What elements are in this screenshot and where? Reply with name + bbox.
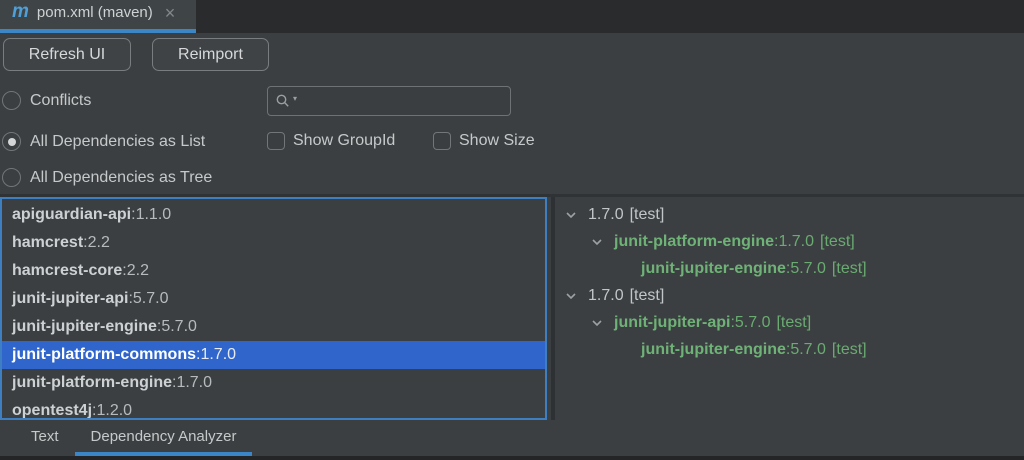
dependency-version: 2.2 (88, 234, 110, 252)
chevron-down-icon[interactable] (564, 207, 588, 223)
all-dependencies-as-list-radio[interactable] (2, 132, 21, 151)
conflicts-label: Conflicts (30, 92, 91, 110)
dependency-name: junit-jupiter-engine (12, 318, 157, 336)
dependency-version: 1.2.0 (96, 402, 132, 420)
tree-version-label: 1.7.0 (588, 206, 624, 224)
all-dependencies-as-tree-radio[interactable] (2, 168, 21, 187)
tree-node-version[interactable]: 1.7.0 [test] (556, 282, 1024, 309)
list-item[interactable]: hamcrest : 2.2 (2, 229, 545, 257)
close-icon[interactable]: × (165, 4, 176, 22)
dependency-version: 5.7.0 (133, 290, 169, 308)
maven-dependency-analyzer-window: m pom.xml (maven) × Refresh UI Reimport … (0, 0, 1024, 460)
show-size-checkbox[interactable] (433, 132, 451, 150)
dependency-name: apiguardian-api (12, 206, 131, 224)
dependency-version: 1.7.0 (176, 374, 212, 392)
editor-bottom-tab-bar: Text Dependency Analyzer (0, 420, 1024, 456)
tree-node-dependency[interactable]: junit-platform-engine : 1.7.0 [test] (556, 228, 1024, 255)
all-dependencies-list-radio-row: All Dependencies as List (2, 132, 205, 151)
list-item[interactable]: hamcrest-core : 2.2 (2, 257, 545, 285)
editor-tab-bar: m pom.xml (maven) × (0, 0, 1024, 33)
tab-dependency-analyzer[interactable]: Dependency Analyzer (75, 420, 253, 456)
dependency-version: 2.2 (127, 262, 149, 280)
tree-node-dependency[interactable]: junit-jupiter-engine : 5.7.0 [test] (556, 336, 1024, 363)
dependency-usages-tree-panel[interactable]: 1.7.0 [test] junit-platform-engine : 1.7… (556, 197, 1024, 420)
search-input[interactable]: ▾ (267, 86, 511, 116)
tree-scope-label: [test] (820, 233, 855, 251)
show-size-label: Show Size (459, 132, 535, 150)
dependency-version: 5.7.0 (735, 314, 771, 332)
list-item[interactable]: junit-platform-engine : 1.7.0 (2, 369, 545, 397)
conflicts-radio[interactable] (2, 91, 21, 110)
tree-node-dependency[interactable]: junit-jupiter-api : 5.7.0 [test] (556, 309, 1024, 336)
editor-tab-pom-xml[interactable]: m pom.xml (maven) × (0, 0, 196, 33)
list-item-selected[interactable]: junit-platform-commons : 1.7.0 (2, 341, 545, 369)
reimport-button[interactable]: Reimport (152, 38, 269, 71)
list-item[interactable]: junit-jupiter-engine : 5.7.0 (2, 313, 545, 341)
tree-version-label: 1.7.0 (588, 287, 624, 305)
dependency-version: 1.7.0 (778, 233, 814, 251)
chevron-down-icon[interactable] (590, 315, 614, 331)
dependency-version: 1.1.0 (136, 206, 172, 224)
dependency-name: junit-jupiter-engine (641, 260, 786, 278)
tab-text[interactable]: Text (15, 420, 75, 456)
conflicts-radio-row: Conflicts (2, 91, 91, 110)
show-groupid-label: Show GroupId (293, 132, 395, 150)
dependency-version: 5.7.0 (790, 341, 826, 359)
dependency-name: junit-platform-engine (12, 374, 172, 392)
list-item[interactable]: junit-jupiter-api : 5.7.0 (2, 285, 545, 313)
search-icon (275, 93, 291, 109)
dependency-name: hamcrest-core (12, 262, 122, 280)
dependency-list-panel[interactable]: apiguardian-api : 1.1.0 hamcrest : 2.2 h… (0, 197, 547, 420)
dependency-version: 1.7.0 (200, 346, 236, 364)
dependency-version: 5.7.0 (161, 318, 197, 336)
tree-node-dependency[interactable]: junit-jupiter-engine : 5.7.0 [test] (556, 255, 1024, 282)
dependency-name: junit-platform-engine (614, 233, 774, 251)
tree-scope-label: [test] (832, 341, 867, 359)
editor-tab-title: pom.xml (maven) (37, 4, 153, 21)
chevron-down-icon[interactable] (564, 288, 588, 304)
tree-scope-label: [test] (776, 314, 811, 332)
tree-scope-label: [test] (630, 206, 665, 224)
dependency-name: junit-jupiter-api (12, 290, 128, 308)
tree-scope-label: [test] (630, 287, 665, 305)
dependency-name: opentest4j (12, 402, 92, 420)
list-item[interactable]: opentest4j : 1.2.0 (2, 397, 545, 420)
dependency-name: junit-jupiter-api (614, 314, 730, 332)
dependency-name: junit-jupiter-engine (641, 341, 786, 359)
window-bottom-edge (0, 456, 1024, 460)
dependency-name: hamcrest (12, 234, 83, 252)
show-groupid-checkbox[interactable] (267, 132, 285, 150)
all-dependencies-as-list-label: All Dependencies as List (30, 133, 205, 151)
maven-icon: m (12, 2, 29, 21)
list-item[interactable]: apiguardian-api : 1.1.0 (2, 201, 545, 229)
show-groupid-checkbox-row: Show GroupId (267, 132, 395, 150)
all-dependencies-tree-radio-row: All Dependencies as Tree (2, 168, 212, 187)
dependency-version: 5.7.0 (790, 260, 826, 278)
chevron-down-icon[interactable] (590, 234, 614, 250)
refresh-ui-button[interactable]: Refresh UI (3, 38, 131, 71)
all-dependencies-as-tree-label: All Dependencies as Tree (30, 169, 212, 187)
show-size-checkbox-row: Show Size (433, 132, 535, 150)
tree-node-version[interactable]: 1.7.0 [test] (556, 201, 1024, 228)
dependency-name: junit-platform-commons (12, 346, 196, 364)
tree-scope-label: [test] (832, 260, 867, 278)
search-history-chevron-icon[interactable]: ▾ (293, 94, 297, 103)
panel-splitter[interactable] (551, 197, 555, 420)
